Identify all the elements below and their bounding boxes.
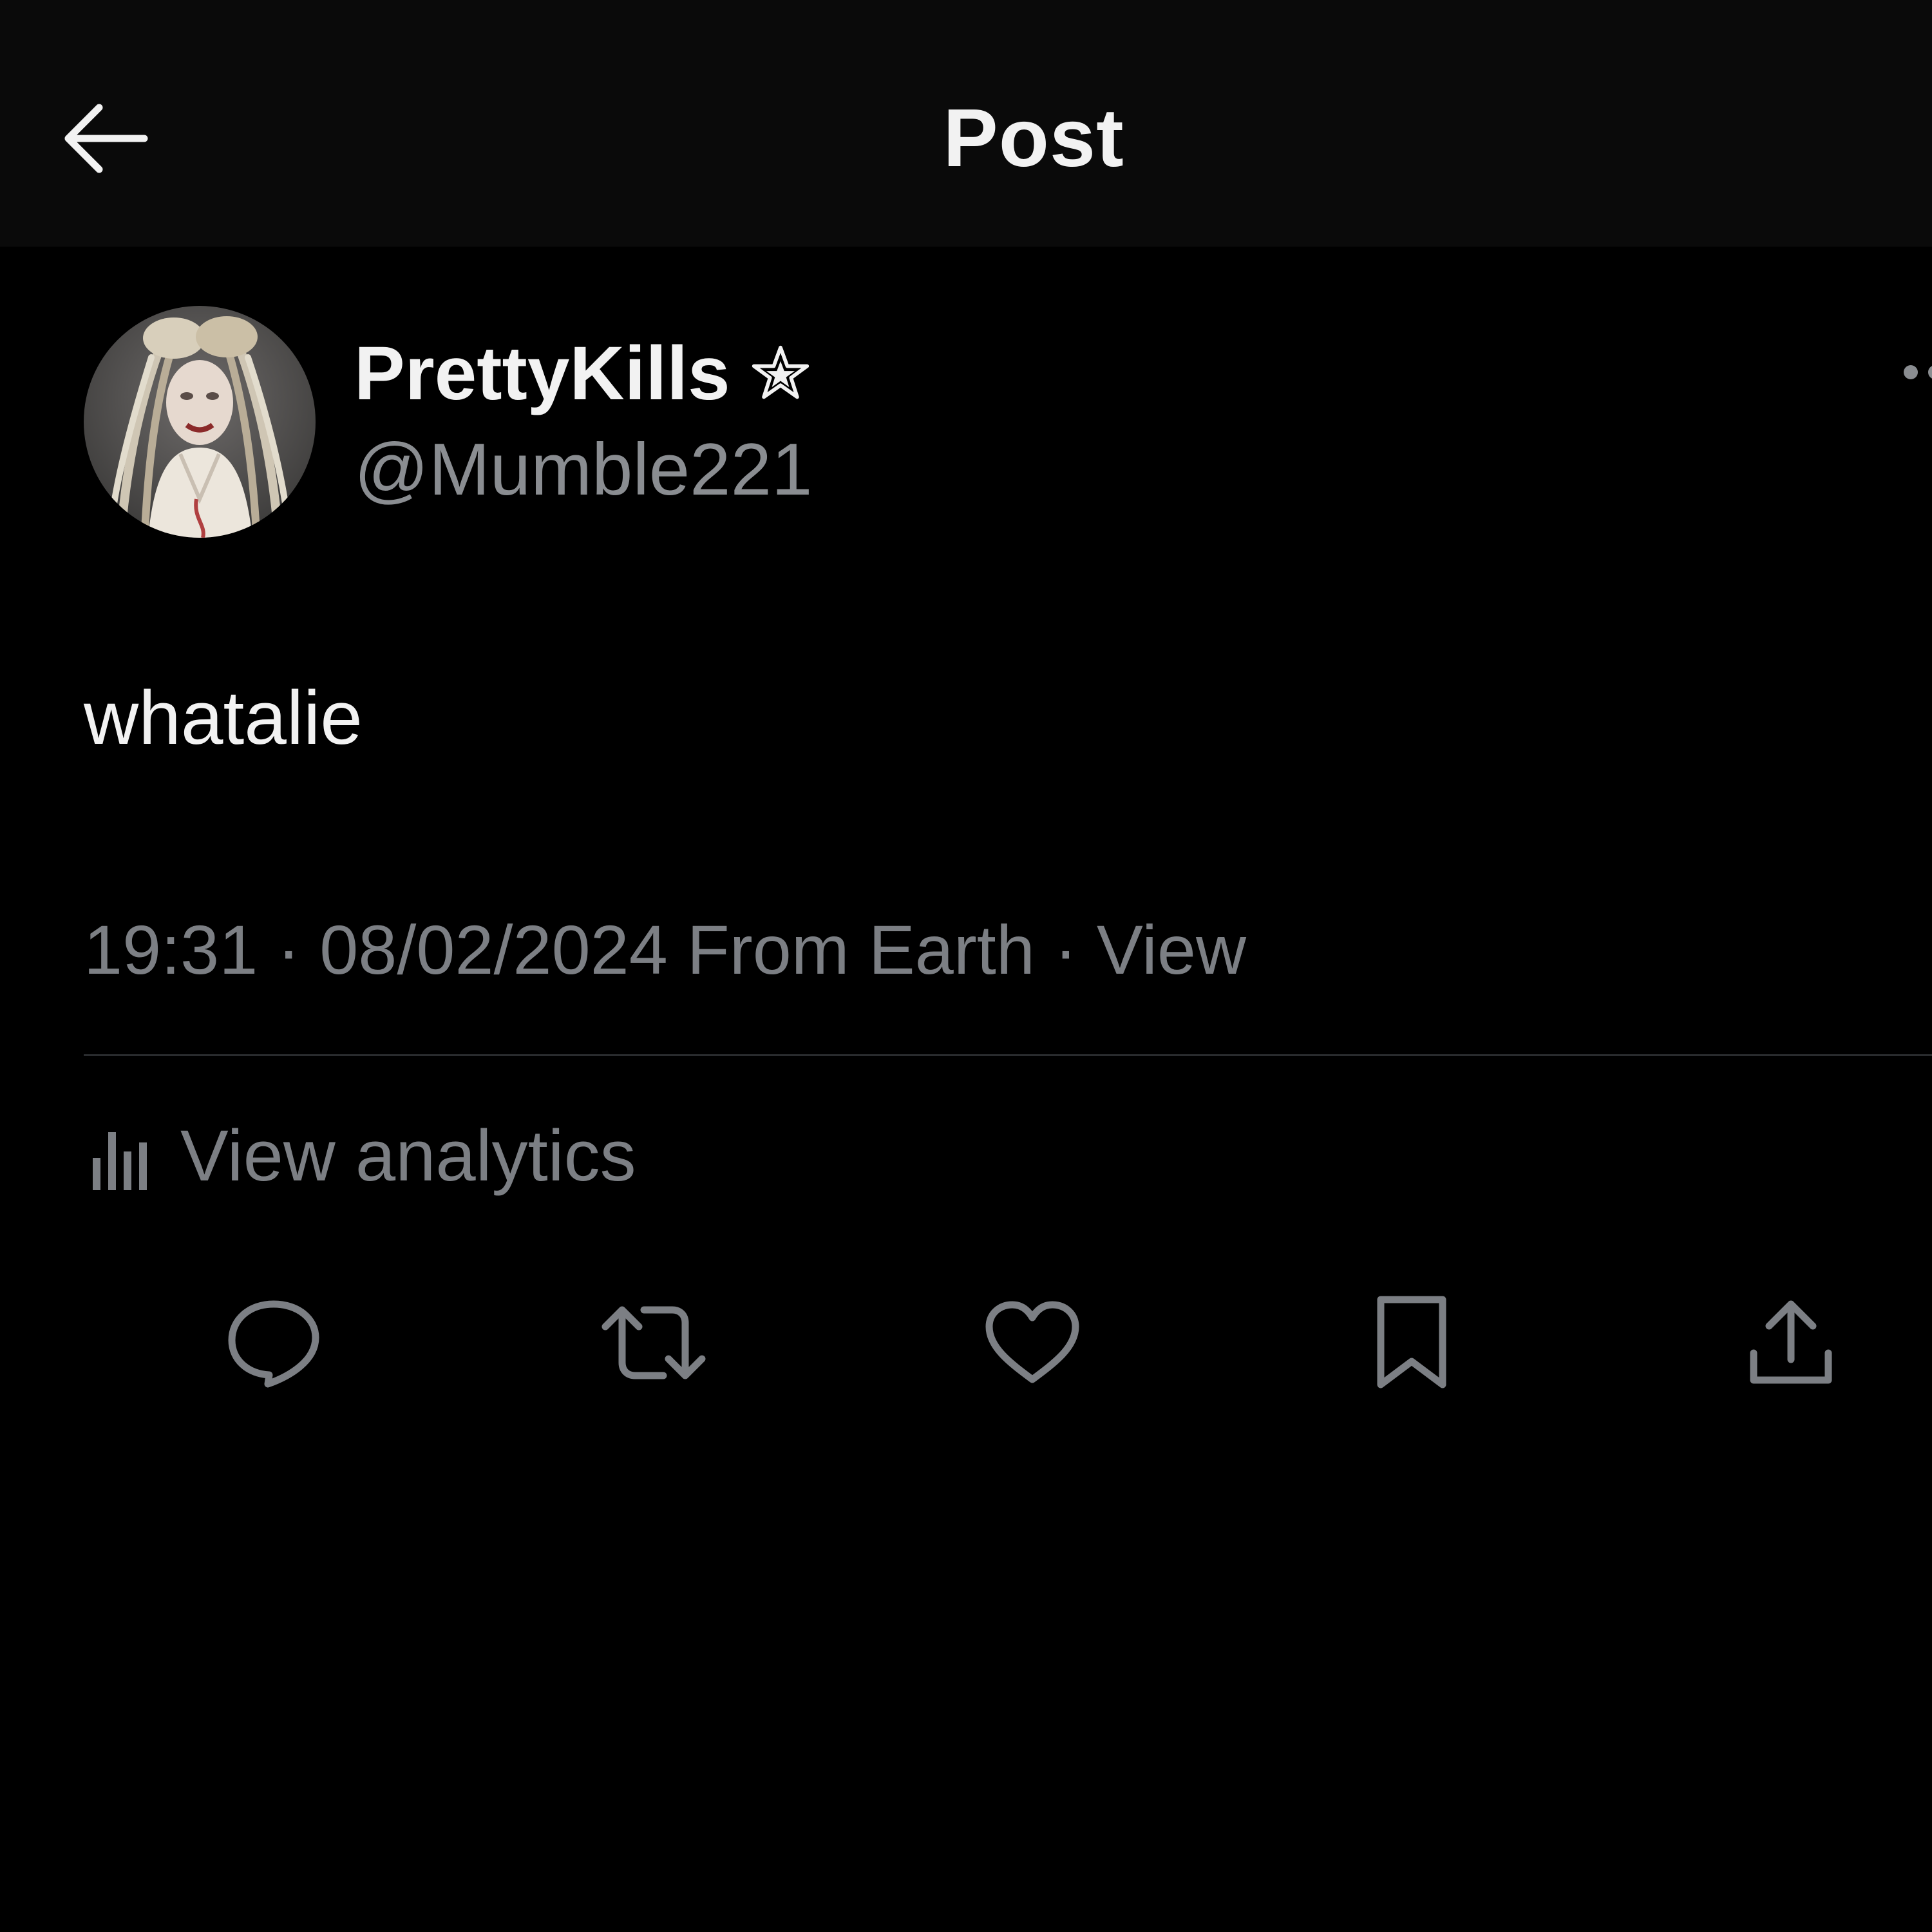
page-title: Post bbox=[943, 92, 1124, 184]
reply-icon bbox=[228, 1300, 319, 1388]
repost-button[interactable] bbox=[599, 1288, 708, 1397]
view-analytics-label: View analytics bbox=[180, 1115, 636, 1196]
avatar[interactable] bbox=[84, 306, 316, 538]
like-button[interactable] bbox=[978, 1288, 1087, 1397]
bar-chart-icon bbox=[93, 1132, 147, 1190]
more-dots-icon bbox=[1904, 365, 1932, 379]
post-text: whatalie bbox=[84, 676, 363, 761]
view-analytics-button[interactable]: View analytics bbox=[90, 1111, 636, 1201]
share-icon bbox=[1750, 1300, 1832, 1384]
post-screen: Post PrettyKills @Mumble221 whatalie 19:… bbox=[0, 0, 1932, 1932]
more-options-button[interactable] bbox=[1897, 351, 1932, 396]
user-handle[interactable]: @Mumble221 bbox=[354, 425, 812, 515]
display-name: PrettyKills bbox=[354, 331, 730, 416]
reply-button[interactable] bbox=[219, 1288, 328, 1397]
top-bar: Post bbox=[0, 0, 1932, 247]
avatar-photo bbox=[84, 306, 316, 538]
post-meta: 19:31 · 08/02/2024 From Earth · View bbox=[84, 911, 1246, 989]
star-outline-icon bbox=[752, 345, 809, 399]
like-icon bbox=[985, 1301, 1079, 1383]
bookmark-icon bbox=[1377, 1296, 1446, 1388]
display-name-row[interactable]: PrettyKills bbox=[354, 328, 811, 419]
bookmark-button[interactable] bbox=[1357, 1288, 1466, 1397]
divider bbox=[84, 1054, 1932, 1056]
repost-icon bbox=[601, 1306, 706, 1379]
share-button[interactable] bbox=[1736, 1288, 1846, 1397]
